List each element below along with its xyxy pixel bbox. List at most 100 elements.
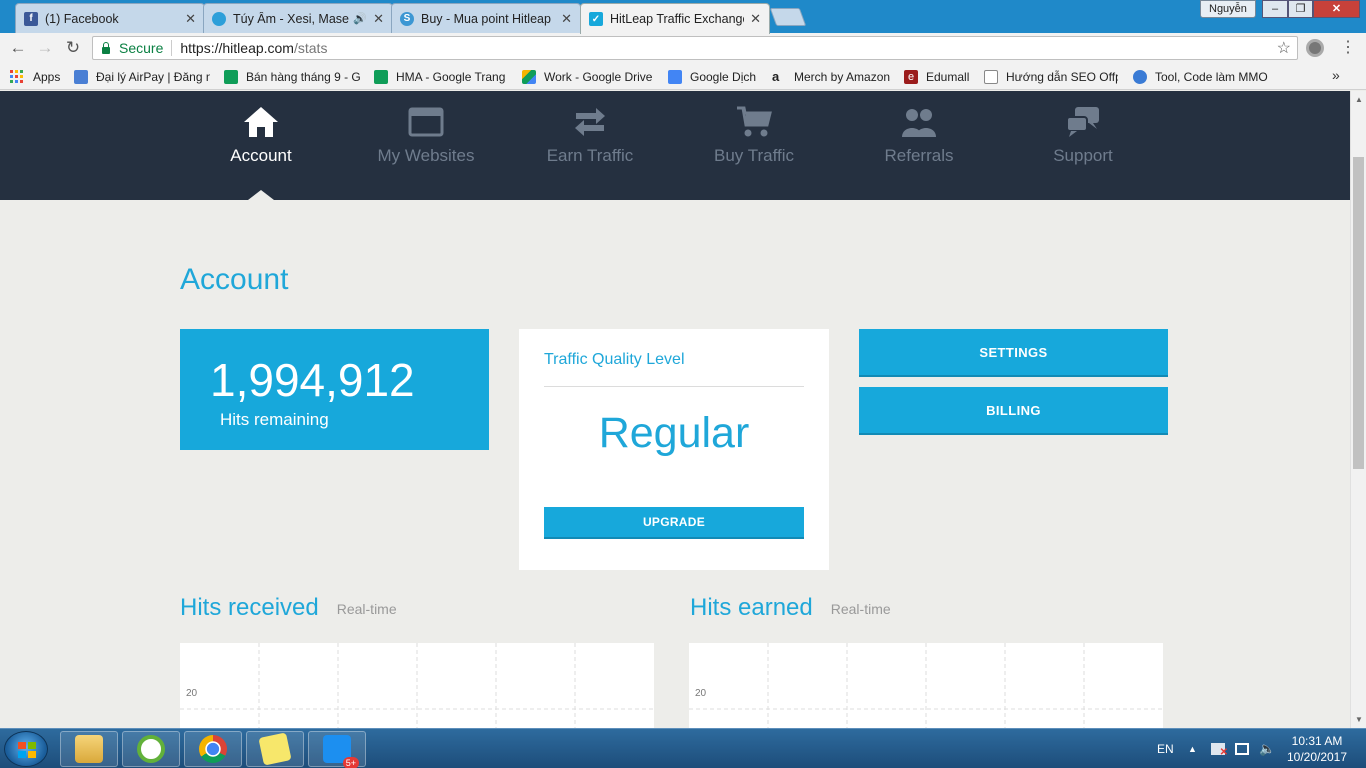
nav-referrals[interactable]: Referrals xyxy=(837,91,1001,200)
google-sheets-icon xyxy=(374,69,388,84)
close-icon[interactable]: ✕ xyxy=(750,11,761,27)
bookmarks-bar: Apps Đại lý AirPay | Đăng n Bán hàng thá… xyxy=(0,63,1366,90)
skype-icon: S xyxy=(400,11,414,26)
hitleap-icon: ✓ xyxy=(589,12,603,26)
bookmark-label: Edumall xyxy=(926,69,970,84)
zalo-badge: 5+ xyxy=(342,757,359,768)
hits-received-heading: Hits received Real-time xyxy=(180,594,397,622)
window-close-button[interactable]: ✕ xyxy=(1313,0,1360,18)
minimize-button[interactable]: – xyxy=(1262,0,1288,18)
bookmark-sales-sheet[interactable]: Bán hàng tháng 9 - G xyxy=(224,68,360,85)
scroll-down-arrow-icon[interactable]: ▼ xyxy=(1355,715,1363,724)
bookmark-label: Apps xyxy=(33,69,61,84)
nav-label: Referrals xyxy=(884,146,954,165)
scroll-up-arrow-icon[interactable]: ▲ xyxy=(1355,95,1363,104)
action-center-icon[interactable] xyxy=(1235,729,1249,768)
clock-date: 10/20/2017 xyxy=(1286,750,1348,764)
bookmark-apps[interactable]: Apps xyxy=(10,68,60,85)
nav-label: Earn Traffic xyxy=(546,146,634,165)
hits-remaining-label: Hits remaining xyxy=(220,410,329,429)
bookmark-tool-code[interactable]: Tool, Code làm MMO xyxy=(1133,68,1269,85)
bookmark-google-translate[interactable]: Google Dịch xyxy=(668,68,756,85)
bookmark-seo-guide[interactable]: Hướng dẫn SEO Offp xyxy=(984,68,1118,85)
close-icon[interactable]: ✕ xyxy=(185,11,196,27)
taskbar-sticky-notes[interactable] xyxy=(246,731,304,767)
document-icon xyxy=(984,69,998,84)
hits-received-chart: 20 xyxy=(180,643,654,728)
y-tick-label: 20 xyxy=(186,688,198,699)
speaker-icon[interactable]: 🔊 xyxy=(353,12,367,25)
start-button[interactable] xyxy=(4,731,48,767)
profile-button[interactable]: Nguyễn xyxy=(1200,0,1256,18)
bookmark-star-icon[interactable]: ☆ xyxy=(1277,38,1291,58)
url-host: https://hitleap.com xyxy=(180,40,294,56)
page-scrollbar[interactable]: ▲ ▼ xyxy=(1350,91,1366,728)
coc-coc-browser-icon xyxy=(137,735,165,763)
extension-icon[interactable] xyxy=(1306,39,1324,57)
hits-earned-chart-svg: 20 xyxy=(689,643,1163,728)
network-icon[interactable]: ✕ xyxy=(1211,729,1228,768)
nav-label: Account xyxy=(230,146,292,165)
close-icon[interactable]: ✕ xyxy=(561,11,572,27)
bookmark-label: Merch by Amazon xyxy=(794,69,891,84)
settings-button[interactable]: SETTINGS xyxy=(859,329,1168,377)
bookmark-label: Hướng dẫn SEO Offp xyxy=(1006,69,1118,84)
tab-title: Buy - Mua point Hitleap xyxy=(421,11,551,26)
close-icon[interactable]: ✕ xyxy=(373,11,384,27)
back-arrow-icon[interactable]: ← xyxy=(7,37,29,59)
nav-buy-traffic[interactable]: Buy Traffic xyxy=(672,91,836,200)
tab-music[interactable]: Túy Âm - Xesi, Masew 🔊 ✕ xyxy=(203,3,393,33)
bookmark-google-drive[interactable]: Work - Google Drive xyxy=(522,68,652,85)
show-hidden-icons-arrow-icon[interactable]: ▲ xyxy=(1188,729,1197,768)
edumall-icon: e xyxy=(904,69,918,84)
active-caret xyxy=(248,190,274,200)
bookmark-label: Work - Google Drive xyxy=(544,69,653,84)
language-indicator[interactable]: EN xyxy=(1157,729,1174,768)
hits-earned-heading: Hits earned Real-time xyxy=(690,594,891,622)
zing-mp3-icon xyxy=(212,11,226,26)
taskbar-zalo[interactable]: 5+ xyxy=(308,731,366,768)
system-clock[interactable]: 10:31 AM 10/20/2017 xyxy=(1282,733,1352,765)
clock-time: 10:31 AM xyxy=(1291,734,1343,748)
exchange-arrows-icon xyxy=(575,108,605,136)
upgrade-button[interactable]: UPGRADE xyxy=(544,507,804,539)
browser-toolbar: ← → ↻ Secure https://hitleap.com /stats … xyxy=(0,33,1366,63)
tab-facebook[interactable]: f (1) Facebook ✕ xyxy=(15,3,205,33)
forward-arrow-icon[interactable]: → xyxy=(34,37,56,59)
nav-account[interactable]: Account xyxy=(179,91,343,200)
nav-earn-traffic[interactable]: Earn Traffic xyxy=(508,91,672,200)
nav-label: My Websites xyxy=(377,146,475,165)
shopping-cart-icon xyxy=(737,106,772,137)
bookmark-airpay[interactable]: Đại lý AirPay | Đăng n xyxy=(74,68,210,85)
tool-icon xyxy=(1133,69,1147,84)
bookmark-hma[interactable]: HMA - Google Trang xyxy=(374,68,508,85)
hits-earned-chart: 20 xyxy=(689,643,1163,728)
maximize-button[interactable]: ❐ xyxy=(1288,0,1313,18)
windows-taskbar: 5+ EN ▲ ✕ 🔈 10:31 AM 10/20/2017 xyxy=(0,728,1366,768)
reload-icon[interactable]: ↻ xyxy=(62,37,84,59)
new-tab-button[interactable] xyxy=(769,8,807,26)
zalo-icon: 5+ xyxy=(323,735,359,768)
bookmark-merch-amazon[interactable]: a Merch by Amazon xyxy=(772,68,890,85)
scrollbar-thumb[interactable] xyxy=(1353,157,1364,469)
tab-hitleap[interactable]: ✓ HitLeap Traffic Exchange ✕ xyxy=(580,3,770,34)
address-bar[interactable]: Secure https://hitleap.com /stats ☆ xyxy=(92,36,1298,60)
bookmark-edumall[interactable]: e Edumall xyxy=(904,68,969,85)
billing-button[interactable]: BILLING xyxy=(859,387,1168,435)
volume-icon[interactable]: 🔈 xyxy=(1259,729,1275,768)
taskbar-chrome[interactable] xyxy=(184,731,242,767)
tab-buy-points[interactable]: S Buy - Mua point Hitleap ✕ xyxy=(391,3,581,33)
bookmark-label: HMA - Google Trang xyxy=(396,69,506,84)
tab-title: HitLeap Traffic Exchange xyxy=(610,12,745,26)
menu-kebab-icon[interactable]: ⋮ xyxy=(1340,37,1356,59)
tab-title: (1) Facebook xyxy=(45,11,119,26)
nav-support[interactable]: Support xyxy=(1001,91,1165,200)
taskbar-file-explorer[interactable] xyxy=(60,731,118,767)
users-icon xyxy=(902,109,936,137)
more-bookmarks-chevron-icon[interactable]: » xyxy=(1332,67,1340,83)
nav-my-websites[interactable]: My Websites xyxy=(344,91,508,200)
chart-gridlines xyxy=(180,643,654,728)
secure-label: Secure xyxy=(119,40,164,56)
traffic-quality-level: Regular xyxy=(598,409,750,457)
taskbar-coccoc[interactable] xyxy=(122,731,180,767)
